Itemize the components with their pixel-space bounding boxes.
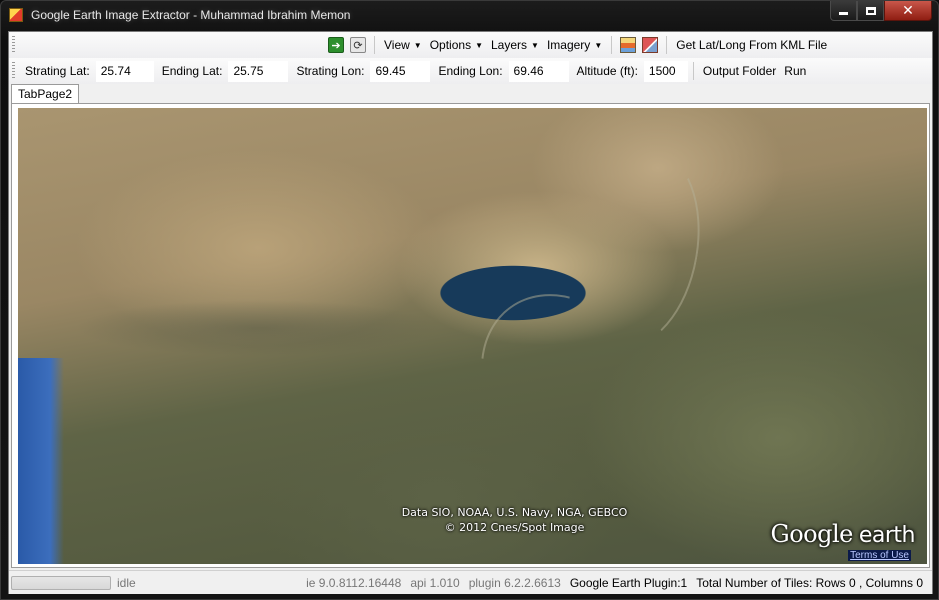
start-lon-label: Strating Lon: (296, 64, 365, 78)
altitude-input[interactable] (643, 60, 688, 82)
chevron-down-icon: ▼ (413, 41, 422, 51)
toolbar-separator (374, 36, 375, 54)
toolbar-separator (692, 62, 694, 80)
maximize-button[interactable] (857, 1, 884, 21)
terrain-shading (18, 278, 498, 368)
caption-buttons: ✕ (830, 1, 932, 21)
end-lon-input[interactable] (508, 60, 569, 82)
progress-bar (11, 575, 111, 590)
logo-google-text: Google (770, 520, 854, 548)
output-folder-button[interactable]: Output Folder (699, 62, 780, 80)
tab-page: Data SIO, NOAA, U.S. Navy, NGA, GEBCO © … (11, 103, 930, 568)
toolbar-grip[interactable] (12, 62, 15, 80)
menu-view[interactable]: View ▼ (380, 36, 426, 54)
window-title: Google Earth Image Extractor - Muhammad … (31, 8, 351, 22)
start-lat-input[interactable] (95, 60, 154, 82)
minimize-button[interactable] (830, 1, 857, 21)
toolbar-grip[interactable] (12, 36, 15, 54)
save-image-icon[interactable] (620, 37, 637, 53)
minimize-icon (839, 12, 848, 15)
go-arrow-icon[interactable]: ➔ (328, 37, 344, 53)
tab-strip: TabPage2 (9, 84, 932, 104)
altitude-label: Altitude (ft): (576, 64, 638, 78)
logo-earth-text: earth (858, 523, 916, 548)
sea-area (18, 358, 64, 564)
refresh-icon[interactable]: ⟳ (350, 37, 366, 53)
terms-of-use-link[interactable]: Terms of Use (848, 550, 911, 561)
status-plugin-version: plugin 6.2.2.6613 (468, 575, 561, 590)
google-earth-logo: Google earth (770, 520, 916, 548)
close-icon: ✕ (902, 2, 914, 19)
menu-layers-label: Layers (491, 38, 528, 52)
app-window: Google Earth Image Extractor - Muhammad … (0, 0, 939, 600)
toolbar-menu: ➔ ⟳ View ▼ Options ▼ Layers ▼ Imagery ▼ Get … (9, 32, 932, 58)
status-tiles: Total Number of Tiles: Rows 0 , Columns … (696, 575, 923, 590)
status-plugin: Google Earth Plugin:1 (569, 575, 688, 590)
end-lon-label: Ending Lon: (438, 64, 503, 78)
start-lon-input[interactable] (370, 60, 431, 82)
get-kml-button[interactable]: Get Lat/Long From KML File (672, 36, 831, 54)
tab-tabpage2[interactable]: TabPage2 (11, 84, 80, 104)
menu-layers[interactable]: Layers ▼ (487, 36, 543, 54)
map-attribution-data: Data SIO, NOAA, U.S. Navy, NGA, GEBCO (401, 506, 628, 519)
status-api-version: api 1.010 (410, 575, 460, 590)
menu-imagery-label: Imagery (546, 38, 591, 52)
clear-image-icon[interactable] (642, 37, 659, 53)
status-state: idle (117, 575, 136, 590)
title-bar[interactable]: Google Earth Image Extractor - Muhammad … (1, 1, 938, 29)
menu-imagery[interactable]: Imagery ▼ (543, 36, 606, 54)
end-lat-label: Ending Lat: (161, 64, 223, 78)
app-icon[interactable] (9, 8, 23, 22)
maximize-icon (865, 6, 876, 15)
status-ie-version: ie 9.0.8112.16448 (306, 575, 402, 590)
chevron-down-icon: ▼ (531, 41, 539, 51)
start-lat-label: Strating Lat: (25, 64, 90, 78)
menu-options[interactable]: Options ▼ (426, 36, 487, 54)
chevron-down-icon: ▼ (594, 41, 603, 51)
toolbar-separator (666, 36, 668, 54)
toolbar-coordinates: Strating Lat: Ending Lat: Strating Lon: … (9, 58, 932, 84)
client-area: ➔ ⟳ View ▼ Options ▼ Layers ▼ Imagery ▼ Get … (8, 31, 933, 594)
menu-view-label: View (384, 38, 410, 52)
chevron-down-icon: ▼ (475, 41, 483, 51)
close-button[interactable]: ✕ (884, 1, 932, 21)
run-button[interactable]: Run (780, 62, 810, 80)
end-lat-input[interactable] (228, 60, 289, 82)
earth-map-view[interactable]: Data SIO, NOAA, U.S. Navy, NGA, GEBCO © … (18, 108, 927, 564)
status-bar: idle ie 9.0.8112.16448 api 1.010 plugin … (9, 570, 932, 594)
toolbar-separator (611, 36, 613, 54)
menu-options-label: Options (429, 38, 472, 52)
